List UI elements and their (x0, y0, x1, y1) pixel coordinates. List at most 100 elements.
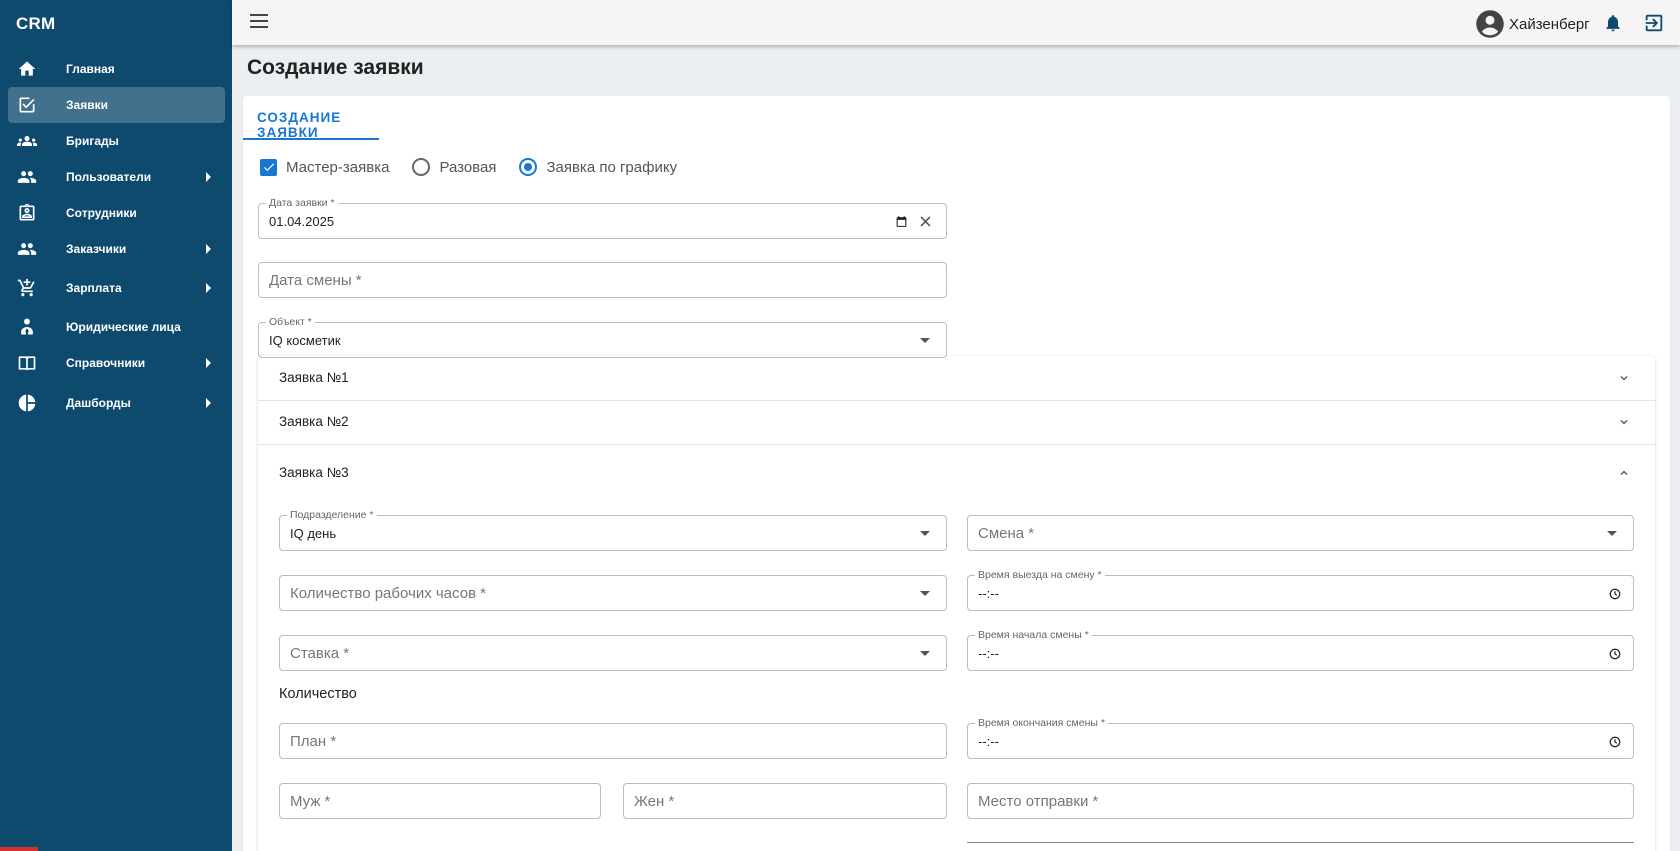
sidebar-item-requests[interactable]: Заявки (8, 87, 225, 123)
corner-marker (0, 847, 38, 851)
sidebar-item-label: Юридические лица (66, 320, 181, 334)
master-request-checkbox[interactable]: Мастер-заявка (260, 158, 389, 176)
request-date-label: Дата заявки * (266, 196, 338, 210)
checkbox-checked-icon (260, 158, 277, 176)
accordion-title: Заявка №2 (279, 414, 349, 429)
sidebar-item-users[interactable]: Пользователи (8, 159, 225, 195)
clock-icon[interactable] (1609, 648, 1621, 660)
request-date-value: 01.04.2025 (269, 214, 335, 229)
schedule-label: Заявка по графику (546, 158, 678, 176)
sidebar-item-customers[interactable]: Заказчики (8, 231, 225, 267)
menu-icon[interactable] (250, 14, 268, 30)
user-menu[interactable]: Хайзенберг (1475, 9, 1590, 39)
shift-placeholder: Смена * (978, 525, 1035, 542)
sidebar-item-dashboards[interactable]: Дашборды (8, 385, 225, 421)
rate-placeholder: Ставка * (290, 645, 350, 662)
people-icon (16, 238, 38, 260)
sidebar-item-label: Заявки (66, 98, 108, 112)
groups-icon (16, 130, 38, 152)
page-title: Создание заявки (247, 56, 424, 79)
sidebar-item-home[interactable]: Главная (8, 51, 225, 87)
sidebar-item-employees[interactable]: Сотрудники (8, 195, 225, 231)
chevron-right-icon (206, 283, 211, 293)
female-placeholder: Жен * (634, 793, 675, 810)
start-time-label: Время начала смены * (975, 628, 1092, 642)
next-field-border (967, 842, 1634, 843)
work-hours-select[interactable]: Количество рабочих часов * (279, 575, 947, 611)
logout-icon[interactable] (1643, 12, 1665, 34)
sidebar: CRM Главная Заявки Бригады Пользователи … (0, 0, 232, 851)
sidebar-item-label: Зарплата (66, 281, 122, 295)
clock-icon[interactable] (1609, 736, 1621, 748)
brand-logo[interactable]: CRM (0, 0, 232, 46)
division-select[interactable]: Подразделение * IQ день (279, 508, 947, 551)
dropdown-arrow-icon (920, 531, 930, 536)
start-time-field[interactable]: Время начала смены * --:-- (967, 628, 1634, 671)
badge-icon (16, 202, 38, 224)
dropdown-arrow-icon (920, 651, 930, 656)
request-type-options: Мастер-заявка Разовая Заявка по графику (260, 158, 700, 176)
once-radio[interactable]: Разовая (412, 158, 496, 176)
departure-place-placeholder: Место отправки * (978, 793, 1099, 810)
shift-select[interactable]: Смена * (967, 515, 1634, 551)
start-time-value: --:-- (978, 646, 999, 661)
once-label: Разовая (439, 158, 497, 176)
chevron-right-icon (206, 172, 211, 182)
close-icon[interactable] (917, 213, 934, 230)
accordion-item-1[interactable]: Заявка №1 (258, 356, 1655, 400)
accordion-item-2[interactable]: Заявка №2 (258, 400, 1655, 444)
sidebar-item-salary[interactable]: Зарплата (8, 270, 225, 306)
chevron-down-icon[interactable] (1617, 371, 1631, 385)
sidebar-item-label: Сотрудники (66, 206, 137, 220)
sidebar-item-label: Дашборды (66, 396, 131, 410)
object-select[interactable]: Объект * IQ косметик (258, 315, 947, 358)
accordion-title[interactable]: Заявка №3 (279, 465, 349, 480)
home-icon (16, 58, 38, 80)
pie-chart-icon (16, 392, 38, 414)
object-label: Объект * (266, 315, 315, 329)
sidebar-item-brigades[interactable]: Бригады (8, 123, 225, 159)
schedule-radio[interactable]: Заявка по графику (519, 158, 677, 176)
chevron-up-icon[interactable] (1617, 466, 1631, 480)
sidebar-item-references[interactable]: Справочники (8, 345, 225, 381)
book-icon (16, 352, 38, 374)
departure-time-field[interactable]: Время выезда на смену * --:-- (967, 568, 1634, 611)
accordion-title: Заявка №1 (279, 370, 349, 385)
tab-create-request[interactable]: СОЗДАНИЕ ЗАЯВКИ (243, 96, 379, 140)
rate-select[interactable]: Ставка * (279, 635, 947, 671)
end-time-value: --:-- (978, 734, 999, 749)
end-time-label: Время окончания смены * (975, 716, 1108, 730)
request-date-field[interactable]: Дата заявки * 01.04.2025 (258, 196, 947, 239)
departure-time-value: --:-- (978, 586, 999, 601)
calendar-icon[interactable] (895, 215, 908, 228)
form-card: СОЗДАНИЕ ЗАЯВКИ Мастер-заявка Разовая За… (243, 96, 1670, 851)
male-placeholder: Муж * (290, 793, 331, 810)
top-bar: Хайзенберг (232, 0, 1680, 45)
account-circle-icon (1475, 9, 1505, 39)
sidebar-item-legal-entities[interactable]: Юридические лица (8, 309, 225, 345)
departure-place-field[interactable]: Место отправки * (967, 783, 1634, 819)
user-name: Хайзенберг (1509, 15, 1590, 33)
clock-icon[interactable] (1609, 588, 1621, 600)
plan-field[interactable]: План * (279, 723, 947, 759)
dropdown-arrow-icon (920, 591, 930, 596)
people-icon (16, 166, 38, 188)
sidebar-nav: Главная Заявки Бригады Пользователи Сотр… (0, 51, 232, 421)
chevron-down-icon[interactable] (1617, 415, 1631, 429)
female-count-field[interactable]: Жен * (623, 783, 947, 819)
chevron-right-icon (206, 398, 211, 408)
work-hours-placeholder: Количество рабочих часов * (290, 585, 487, 602)
sidebar-item-label: Бригады (66, 134, 119, 148)
division-value: IQ день (290, 526, 337, 541)
chevron-right-icon (206, 244, 211, 254)
radio-checked-icon (519, 158, 538, 176)
bell-icon[interactable] (1603, 13, 1623, 33)
shift-date-field[interactable]: Дата смены * (258, 262, 947, 298)
sidebar-item-label: Пользователи (66, 170, 152, 184)
cart-icon (16, 277, 38, 299)
plan-placeholder: План * (290, 733, 337, 750)
sidebar-item-label: Справочники (66, 356, 146, 370)
male-count-field[interactable]: Муж * (279, 783, 601, 819)
dropdown-arrow-icon (920, 338, 930, 343)
end-time-field[interactable]: Время окончания смены * --:-- (967, 716, 1634, 759)
